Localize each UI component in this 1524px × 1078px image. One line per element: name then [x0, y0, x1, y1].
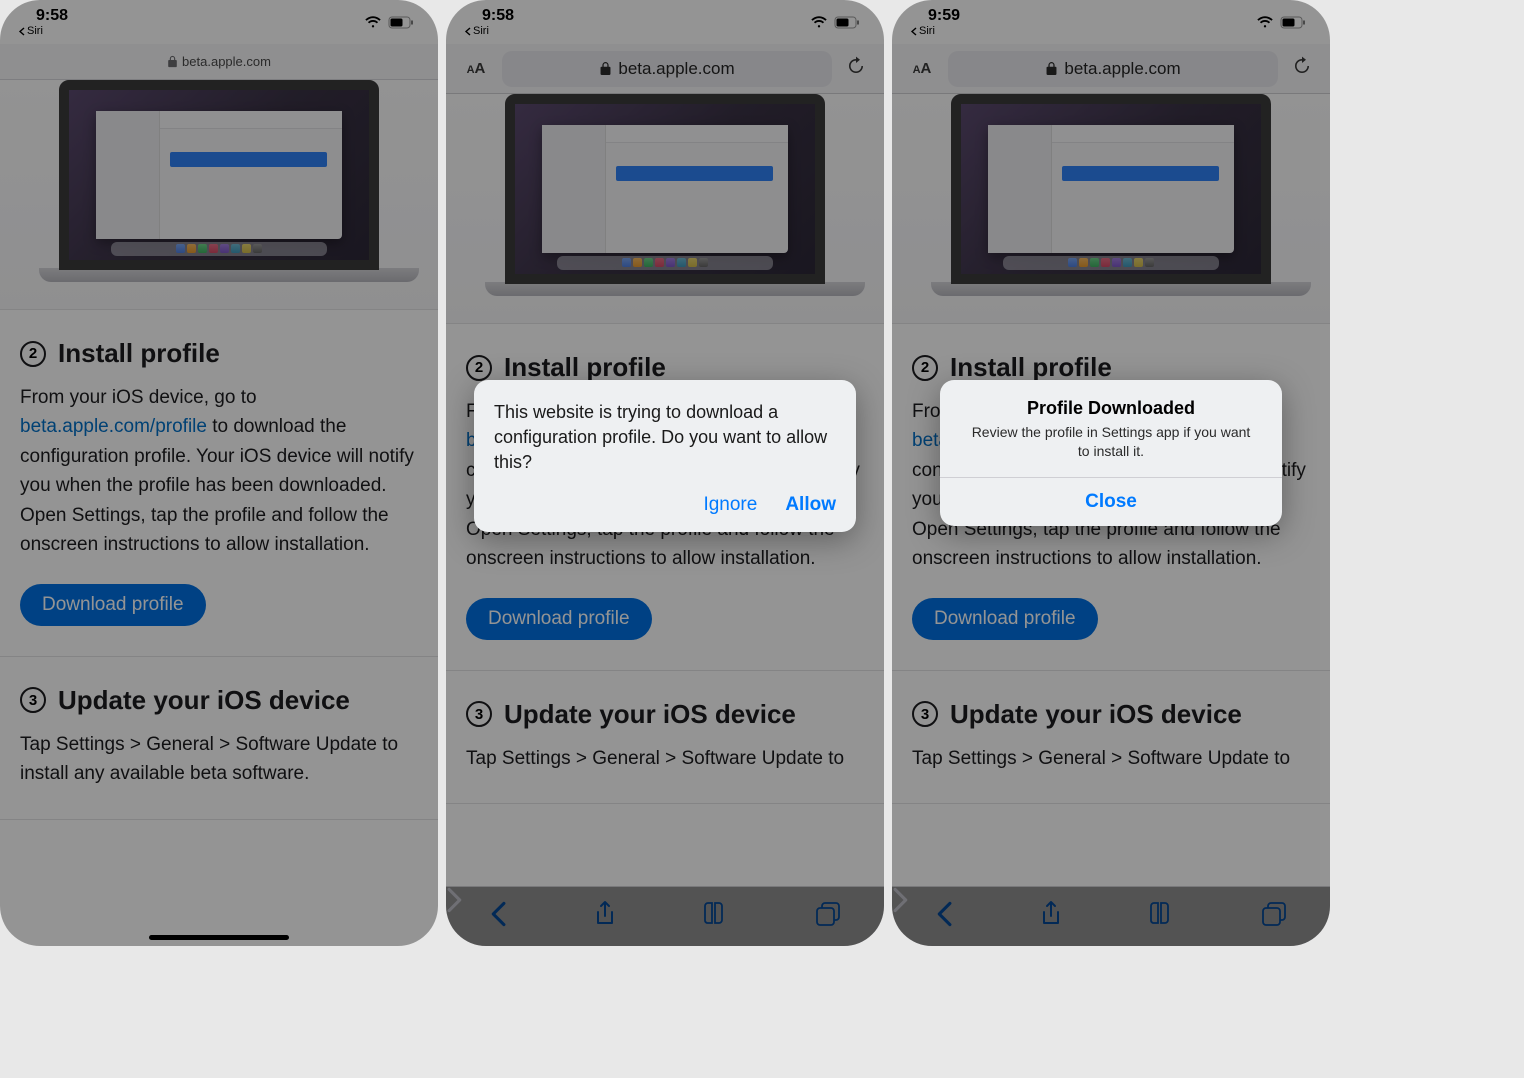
phone-screenshot-2: 9:58 Siri AA beta.apple.com: [446, 0, 884, 946]
alert-title: Profile Downloaded: [940, 380, 1282, 423]
home-indicator[interactable]: [149, 935, 289, 940]
alert-allow-button[interactable]: Allow: [785, 494, 836, 516]
download-confirmation-alert: This website is trying to download a con…: [474, 380, 856, 532]
profile-downloaded-alert: Profile Downloaded Review the profile in…: [940, 380, 1282, 526]
phone-screenshot-3: 9:59 Siri AA beta.apple.com: [892, 0, 1330, 946]
dim-overlay: [0, 0, 438, 946]
alert-close-button[interactable]: Close: [940, 477, 1282, 526]
alert-subtitle: Review the profile in Settings app if yo…: [940, 423, 1282, 477]
alert-message: This website is trying to download a con…: [474, 380, 856, 494]
phone-screenshot-1: 9:58 Siri beta.apple.com: [0, 0, 438, 946]
alert-ignore-button[interactable]: Ignore: [703, 494, 757, 516]
